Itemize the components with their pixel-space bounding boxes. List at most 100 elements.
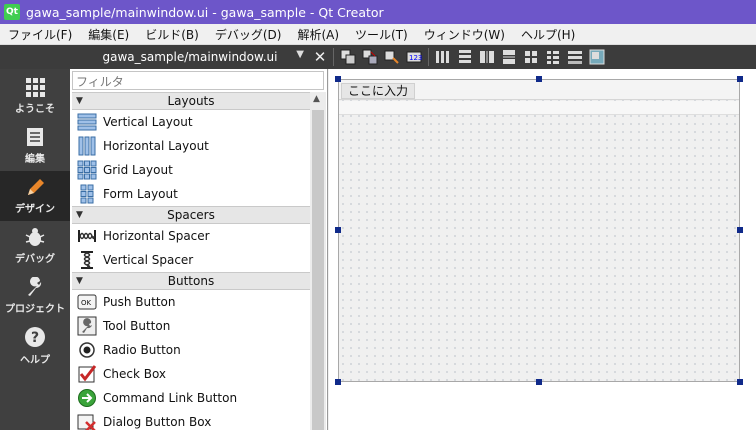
- break-layout-icon[interactable]: [564, 45, 586, 69]
- mode-label: ヘルプ: [20, 355, 50, 366]
- chevron-down-icon: ▼: [76, 96, 83, 106]
- scrollbar-thumb[interactable]: [312, 110, 324, 430]
- widget-label: Grid Layout: [103, 163, 173, 177]
- adjust-size-icon[interactable]: [586, 45, 608, 69]
- widget-label: Dialog Button Box: [103, 415, 212, 429]
- wrench-icon: [28, 277, 42, 296]
- edit-signals-slots-icon[interactable]: [359, 45, 381, 69]
- grid-layout-icon: [76, 159, 98, 181]
- widget-vertical-spacer[interactable]: Vertical Spacer: [72, 248, 310, 272]
- toolbar-separator: [333, 48, 334, 66]
- widget-tool-button[interactable]: Tool Button: [72, 314, 310, 338]
- widget-label: Radio Button: [103, 343, 181, 357]
- menu-file[interactable]: ファイル(F): [0, 26, 80, 43]
- mode-welcome[interactable]: ようこそ: [0, 71, 70, 121]
- vertical-layout-icon: [76, 111, 98, 133]
- push-button-icon: OK: [76, 291, 98, 313]
- layout-vertical-splitter-icon[interactable]: [498, 45, 520, 69]
- menu-edit[interactable]: 編集(E): [80, 26, 137, 43]
- resize-handle[interactable]: [737, 227, 743, 233]
- layout-vertical-icon[interactable]: [454, 45, 476, 69]
- widget-box-scrollbar[interactable]: ▲: [310, 92, 326, 430]
- widget-horizontal-spacer[interactable]: Horizontal Spacer: [72, 224, 310, 248]
- chevron-down-icon: ▼: [296, 49, 304, 60]
- widget-grid-layout[interactable]: Grid Layout: [72, 158, 310, 182]
- resize-handle[interactable]: [536, 379, 542, 385]
- widget-list: ▼ Layouts Vertical Layout Horizontal Lay…: [72, 92, 310, 430]
- resize-handle[interactable]: [335, 76, 341, 82]
- svg-text:123: 123: [409, 54, 422, 62]
- mode-projects[interactable]: プロジェクト: [0, 271, 70, 321]
- resize-handle[interactable]: [737, 76, 743, 82]
- widget-filter-input[interactable]: フィルタ: [72, 71, 324, 90]
- qt-creator-icon: Qt: [4, 4, 20, 20]
- horizontal-spacer-icon: [76, 225, 98, 247]
- edit-tab-order-icon[interactable]: 123: [403, 45, 425, 69]
- category-label: Layouts: [167, 94, 215, 108]
- layout-form-icon[interactable]: [542, 45, 564, 69]
- widget-vertical-layout[interactable]: Vertical Layout: [72, 110, 310, 134]
- widget-dialog-button-box[interactable]: Dialog Button Box: [72, 410, 310, 430]
- chevron-down-icon: ▼: [76, 276, 83, 286]
- close-document-icon[interactable]: ✕: [310, 48, 330, 66]
- bug-icon: [25, 228, 45, 246]
- widget-horizontal-layout[interactable]: Horizontal Layout: [72, 134, 310, 158]
- widget-label: Horizontal Spacer: [103, 229, 210, 243]
- layout-horizontal-splitter-icon[interactable]: [476, 45, 498, 69]
- radio-button-icon: [76, 339, 98, 361]
- widget-push-button[interactable]: OK Push Button: [72, 290, 310, 314]
- resize-handle[interactable]: [737, 379, 743, 385]
- menu-build[interactable]: ビルド(B): [137, 26, 207, 43]
- toolbar-separator: [428, 48, 429, 66]
- type-here-menu-item[interactable]: ここに入力: [341, 83, 416, 99]
- vertical-spacer-icon: [76, 249, 98, 271]
- widget-label: Vertical Layout: [103, 115, 193, 129]
- resize-handle[interactable]: [335, 379, 341, 385]
- category-buttons[interactable]: ▼ Buttons: [72, 272, 310, 290]
- chevron-down-icon: ▼: [76, 210, 83, 220]
- horizontal-layout-icon: [76, 135, 98, 157]
- form-menu-bar: ここに入力: [339, 80, 739, 100]
- resize-handle[interactable]: [335, 227, 341, 233]
- open-file-combo[interactable]: gawa_sample/mainwindow.ui ▼: [70, 45, 310, 69]
- svg-text:OK: OK: [81, 299, 92, 307]
- widget-command-link-button[interactable]: Command Link Button: [72, 386, 310, 410]
- mode-debug[interactable]: デバッグ: [0, 221, 70, 271]
- widget-radio-button[interactable]: Radio Button: [72, 338, 310, 362]
- widget-label: Command Link Button: [103, 391, 238, 405]
- layout-horizontal-icon[interactable]: [432, 45, 454, 69]
- menu-help[interactable]: ヘルプ(H): [513, 26, 583, 43]
- grid-icon: [26, 78, 45, 97]
- widget-label: Check Box: [103, 367, 167, 381]
- main-window-form[interactable]: ここに入力: [338, 79, 740, 382]
- menu-tools[interactable]: ツール(T): [347, 26, 416, 43]
- window-title: gawa_sample/mainwindow.ui - gawa_sample …: [26, 4, 384, 20]
- check-box-icon: [76, 363, 98, 385]
- edit-widgets-icon[interactable]: [337, 45, 359, 69]
- layout-grid-icon[interactable]: [520, 45, 542, 69]
- widget-label: Tool Button: [103, 319, 171, 333]
- menu-window[interactable]: ウィンドウ(W): [416, 26, 513, 43]
- pencil-icon: [28, 179, 44, 195]
- category-layouts[interactable]: ▼ Layouts: [72, 92, 310, 110]
- command-link-icon: [76, 387, 98, 409]
- modebar-header: [0, 45, 70, 69]
- widget-form-layout[interactable]: Form Layout: [72, 182, 310, 206]
- widget-check-box[interactable]: Check Box: [72, 362, 310, 386]
- mode-edit[interactable]: 編集: [0, 121, 70, 171]
- resize-handle[interactable]: [536, 76, 542, 82]
- title-bar: Qt gawa_sample/mainwindow.ui - gawa_samp…: [0, 0, 756, 24]
- category-label: Buttons: [167, 274, 215, 288]
- help-icon: ?: [25, 327, 45, 347]
- mode-label: プロジェクト: [5, 304, 65, 315]
- mode-help[interactable]: ? ヘルプ: [0, 321, 70, 371]
- menu-debug[interactable]: デバッグ(D): [207, 26, 290, 43]
- menu-analyze[interactable]: 解析(A): [289, 26, 347, 43]
- mode-design[interactable]: デザイン: [0, 171, 70, 221]
- edit-buddies-icon[interactable]: [381, 45, 403, 69]
- open-file-name: gawa_sample/mainwindow.ui: [102, 50, 278, 64]
- category-spacers[interactable]: ▼ Spacers: [72, 206, 310, 224]
- chevron-up-icon[interactable]: ▲: [313, 94, 320, 104]
- widget-label: Vertical Spacer: [103, 253, 194, 267]
- mode-label: 編集: [25, 154, 45, 165]
